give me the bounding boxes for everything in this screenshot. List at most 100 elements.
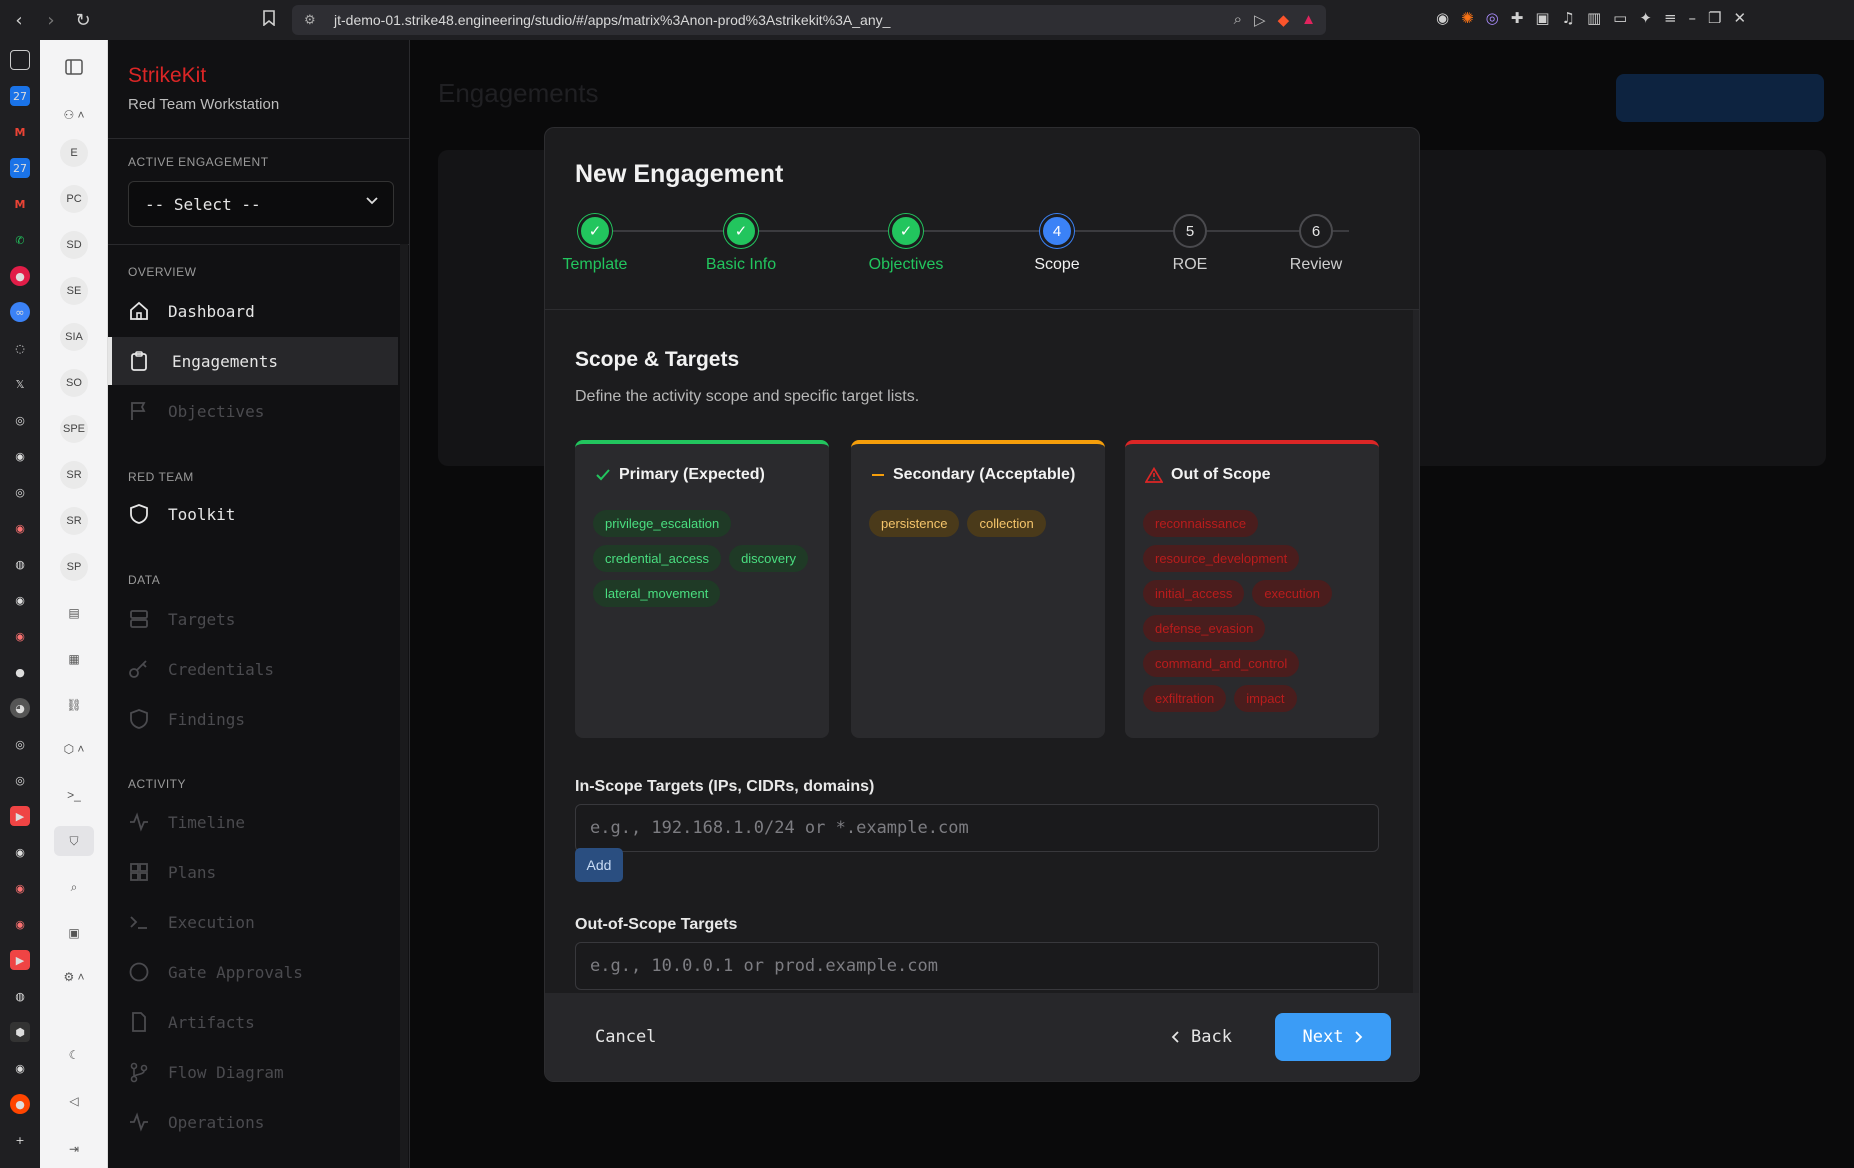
back-button[interactable]: Back: [1171, 1027, 1232, 1047]
tactic-tag[interactable]: reconnaissance: [1143, 510, 1259, 537]
step-scope[interactable]: 4 Scope: [1002, 214, 1112, 274]
step-roe[interactable]: 5 ROE: [1135, 214, 1245, 274]
extension-icon[interactable]: ◎: [1486, 9, 1499, 27]
nav-plans[interactable]: Plans: [108, 848, 398, 896]
brave-shield-icon[interactable]: ◆: [1278, 11, 1290, 29]
calendar-icon[interactable]: 27: [10, 158, 30, 178]
youtube-icon[interactable]: ▶: [10, 950, 30, 970]
extension-icon[interactable]: ◉: [1436, 9, 1449, 27]
rail-item[interactable]: SD: [60, 231, 88, 259]
reload-icon[interactable]: ↻: [70, 7, 96, 33]
out-of-scope-card[interactable]: Out of Scope reconnaissance resource_dev…: [1125, 440, 1379, 738]
nav-targets[interactable]: Targets: [108, 595, 398, 643]
extension-icon[interactable]: ▣: [1535, 9, 1549, 27]
app-icon[interactable]: ●: [10, 266, 30, 286]
tactic-tag[interactable]: command_and_control: [1143, 650, 1300, 677]
out-scope-input[interactable]: e.g., 10.0.0.1 or prod.example.com: [575, 942, 1379, 990]
close-icon[interactable]: ✕: [1733, 9, 1746, 27]
step-basic-info[interactable]: ✓ Basic Info: [686, 214, 796, 274]
next-button[interactable]: Next: [1275, 1013, 1391, 1061]
rail-item[interactable]: SIA: [60, 323, 88, 351]
tactic-tag[interactable]: exfiltration: [1143, 685, 1227, 712]
tactic-tag[interactable]: execution: [1252, 580, 1332, 607]
settings-icon[interactable]: ⚙ ˄: [54, 962, 94, 992]
app-icon[interactable]: ◌: [10, 338, 30, 358]
nav-operations[interactable]: Operations: [108, 1098, 398, 1146]
workflow-icon[interactable]: ⛓: [54, 690, 94, 720]
brave-rewards-icon[interactable]: ▲: [1301, 11, 1316, 29]
app-icon[interactable]: ◎: [10, 410, 30, 430]
app-icon[interactable]: ◎: [10, 734, 30, 754]
nav-toolkit[interactable]: Toolkit: [108, 490, 398, 538]
app-icon[interactable]: ⬢: [10, 1022, 30, 1042]
reddit-icon[interactable]: ●: [10, 1094, 30, 1114]
x-icon[interactable]: 𝕏: [10, 374, 30, 394]
tactic-tag[interactable]: persistence: [869, 510, 960, 537]
github-icon[interactable]: ◉: [10, 1058, 30, 1078]
secondary-scope-card[interactable]: Secondary (Acceptable) persistence colle…: [851, 440, 1105, 738]
app-icon[interactable]: ◉: [10, 518, 30, 538]
tactic-tag[interactable]: resource_development: [1143, 545, 1300, 572]
url-bar[interactable]: ⚙ jt-demo-01.strike48.engineering/studio…: [292, 5, 1326, 35]
back-arrow-icon[interactable]: ‹: [6, 7, 32, 33]
rail-item[interactable]: SR: [60, 507, 88, 535]
primary-scope-card[interactable]: Primary (Expected) privilege_escalation …: [575, 440, 829, 738]
sidebar-scrollbar[interactable]: [400, 244, 408, 1168]
tactic-tag[interactable]: lateral_movement: [593, 580, 721, 607]
nav-credentials[interactable]: Credentials: [108, 645, 398, 693]
tactic-tag[interactable]: initial_access: [1143, 580, 1245, 607]
app-icon[interactable]: ◕: [10, 698, 30, 718]
search-icon[interactable]: ⌕: [54, 872, 94, 902]
github-icon[interactable]: ◉: [10, 842, 30, 862]
puzzle-icon[interactable]: ✚: [1511, 9, 1524, 27]
rail-item[interactable]: SR: [60, 461, 88, 489]
music-icon[interactable]: ♫: [1562, 9, 1575, 27]
engagement-select[interactable]: -- Select --: [128, 181, 394, 227]
sidebar-toggle-icon[interactable]: ▥: [1587, 9, 1601, 27]
calendar-icon[interactable]: ▦: [54, 644, 94, 674]
collapse-panel-icon[interactable]: [54, 52, 94, 82]
tactic-tag[interactable]: privilege_escalation: [593, 510, 732, 537]
tactic-tag[interactable]: impact: [1234, 685, 1297, 712]
extension-icon[interactable]: ✺: [1461, 9, 1474, 27]
gmail-icon[interactable]: M: [10, 122, 30, 142]
nav-engagements[interactable]: Engagements: [108, 337, 398, 385]
github-icon[interactable]: ◉: [10, 446, 30, 466]
minimize-icon[interactable]: –: [1689, 9, 1697, 27]
bookmark-icon[interactable]: [262, 10, 276, 30]
document-icon[interactable]: ▤: [54, 598, 94, 628]
site-settings-icon[interactable]: ⚙: [304, 12, 316, 28]
youtube-icon[interactable]: ▶: [10, 806, 30, 826]
app-icon[interactable]: ◎: [10, 770, 30, 790]
nav-findings[interactable]: Findings: [108, 695, 398, 743]
tactic-tag[interactable]: discovery: [729, 545, 808, 572]
users-group-icon[interactable]: ⚇ ˄: [54, 100, 94, 130]
app-icon[interactable]: ◍: [10, 554, 30, 574]
app-icon[interactable]: ◍: [10, 986, 30, 1006]
app-icon[interactable]: ◉: [10, 878, 30, 898]
step-review[interactable]: 6 Review: [1261, 214, 1371, 274]
in-scope-input[interactable]: e.g., 192.168.1.0/24 or *.example.com: [575, 804, 1379, 852]
step-objectives[interactable]: ✓ Objectives: [851, 214, 961, 274]
add-target-button[interactable]: Add: [575, 848, 623, 882]
modal-scrollbar[interactable]: [1413, 310, 1419, 993]
moon-icon[interactable]: ☾: [54, 1040, 94, 1070]
tactic-tag[interactable]: collection: [967, 510, 1046, 537]
nav-execution[interactable]: Execution: [108, 898, 398, 946]
nav-timeline[interactable]: Timeline: [108, 798, 398, 846]
step-template[interactable]: ✓ Template: [545, 214, 645, 274]
cancel-button[interactable]: Cancel: [595, 1027, 656, 1047]
restore-icon[interactable]: ❐: [1708, 9, 1721, 27]
app-icon[interactable]: ◎: [10, 482, 30, 502]
nav-dashboard[interactable]: Dashboard: [108, 287, 398, 335]
leo-icon[interactable]: ✦: [1639, 9, 1652, 27]
gmail-icon[interactable]: M: [10, 194, 30, 214]
nav-gate-approvals[interactable]: Gate Approvals: [108, 948, 398, 996]
rail-item[interactable]: SPE: [60, 415, 88, 443]
briefcase-icon[interactable]: ▣: [54, 918, 94, 948]
rail-item[interactable]: SE: [60, 277, 88, 305]
forward-arrow-icon[interactable]: ›: [38, 7, 64, 33]
wallet-icon[interactable]: ▭: [1613, 9, 1627, 27]
rail-item[interactable]: E: [60, 139, 88, 167]
rail-item[interactable]: SP: [60, 553, 88, 581]
